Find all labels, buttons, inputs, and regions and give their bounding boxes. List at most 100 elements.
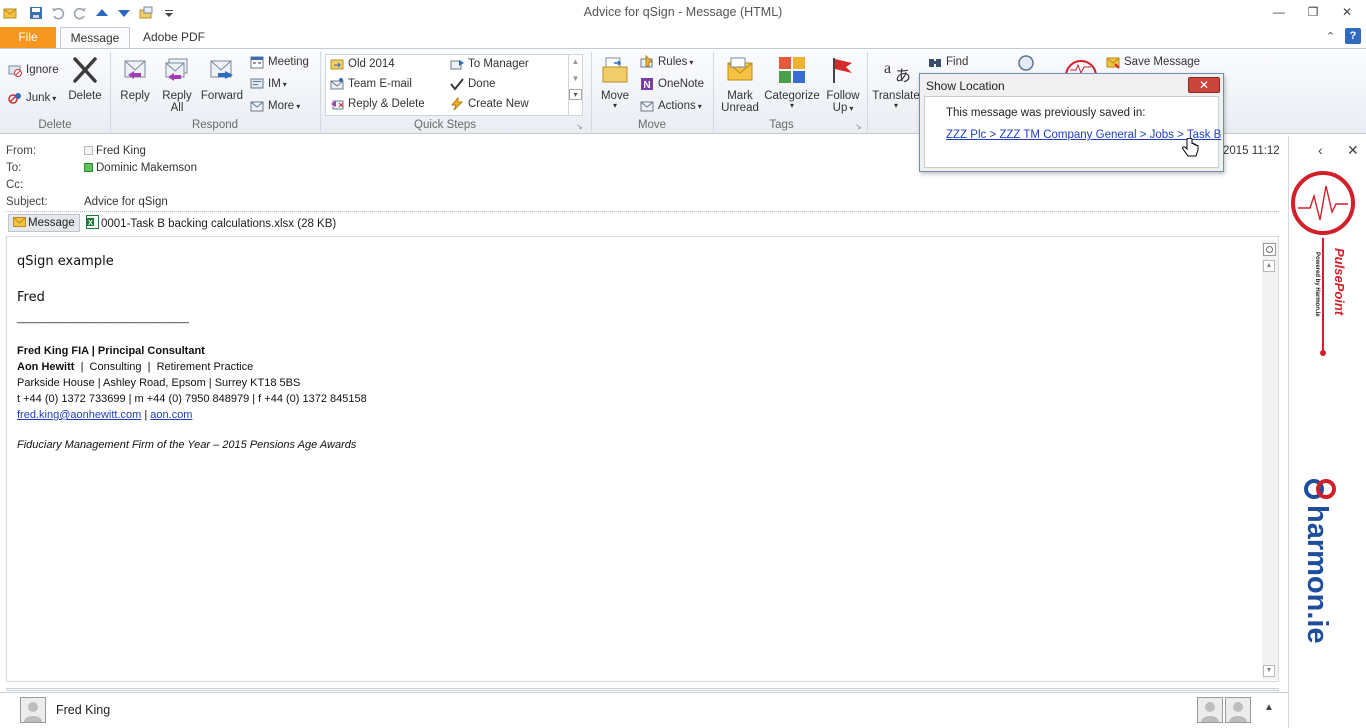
forward-button[interactable]: Forward — [200, 55, 244, 102]
to-name: Dominic Makemson — [96, 162, 197, 174]
scroll-up-icon[interactable]: ▲ — [569, 57, 582, 66]
scroll-down-icon[interactable]: ▼ — [569, 74, 582, 83]
save-message-button[interactable]: Save Message — [1106, 53, 1200, 71]
quick-steps-scroll[interactable]: ▲ ▼ ▾ — [568, 55, 582, 115]
undo-icon[interactable] — [51, 6, 65, 20]
forward-icon — [210, 60, 233, 79]
reply-icon — [124, 60, 146, 79]
message-body[interactable] — [6, 236, 1279, 682]
dialog-launcher-icon[interactable]: ↘ — [576, 122, 583, 131]
move-to-folder-icon[interactable] — [139, 6, 153, 20]
flag-icon — [833, 58, 852, 83]
dialog-launcher-icon[interactable]: ↘ — [855, 122, 862, 131]
meeting-icon — [250, 56, 264, 69]
actions-button[interactable]: Actions ▾ — [640, 97, 702, 115]
follow-up-button[interactable]: Follow Up ▾ — [822, 55, 864, 114]
group-label-respond: Respond — [191, 119, 239, 131]
signature-links: fred.king@aonhewitt.com | aon.com — [17, 409, 192, 421]
meeting-button[interactable]: Meeting — [250, 53, 309, 71]
translate-icon: aあ — [884, 60, 911, 85]
signature-company-dept: | Consulting | Retirement Practice — [74, 361, 254, 373]
minimize-ribbon-icon[interactable]: ⌃ — [1326, 30, 1335, 43]
quick-step-label: Create New — [468, 98, 529, 110]
close-panel-icon[interactable]: ✕ — [1347, 142, 1359, 159]
move-button[interactable]: Move ▾ — [597, 55, 633, 110]
signature-name: Fred King FIA | Principal Consultant — [17, 345, 205, 357]
quick-step-team-email[interactable]: Team E-mail — [330, 75, 412, 93]
close-window-button[interactable]: ✕ — [1336, 4, 1358, 20]
onenote-button[interactable]: N OneNote — [640, 75, 704, 93]
categorize-icon — [779, 57, 805, 83]
ignore-button[interactable]: Ignore — [8, 61, 59, 79]
customize-toolbar-icon[interactable] — [162, 6, 176, 20]
body-scrollbar[interactable]: ▲ ▼ — [1262, 240, 1278, 680]
team-email-icon — [330, 77, 344, 90]
find-button[interactable]: Find — [928, 53, 968, 71]
redo-icon[interactable] — [73, 6, 87, 20]
attachment-filename: 0001-Task B backing calculations.xlsx (2… — [101, 218, 337, 230]
signature-email-link[interactable]: fred.king@aonhewitt.com — [17, 409, 141, 421]
avatar[interactable] — [1197, 697, 1223, 723]
junk-icon — [8, 92, 21, 104]
group-label-tags: Tags — [769, 119, 794, 131]
tab-file[interactable]: File — [0, 27, 56, 48]
quick-step-label: Done — [468, 78, 496, 90]
avatar[interactable] — [20, 697, 46, 723]
quick-step-reply-delete[interactable]: Reply & Delete — [330, 95, 425, 113]
categorize-button[interactable]: Categorize ▾ — [764, 55, 820, 110]
tab-adobe-pdf[interactable]: Adobe PDF — [136, 27, 212, 48]
people-pane-name[interactable]: Fred King — [56, 703, 110, 717]
scroll-up-button[interactable]: ▲ — [1263, 260, 1275, 272]
people-pane-splitter[interactable] — [6, 688, 1279, 691]
save-icon[interactable] — [29, 6, 43, 20]
quick-step-to-manager[interactable]: To Manager — [450, 55, 529, 73]
delete-icon — [73, 57, 97, 83]
reply-all-button[interactable]: Reply All — [158, 55, 196, 114]
zoom-icon[interactable] — [1016, 54, 1038, 74]
help-icon[interactable]: ? — [1345, 28, 1361, 44]
follow-up-label-2: Up — [832, 102, 848, 114]
actions-icon — [640, 101, 654, 112]
tab-message[interactable]: Message — [60, 27, 130, 48]
more-respond-button[interactable]: More ▾ — [250, 97, 300, 115]
save-message-label: Save Message — [1124, 56, 1201, 68]
message-attachment-tab[interactable]: Message — [8, 214, 80, 232]
reply-button[interactable]: Reply — [116, 55, 154, 102]
ignore-icon — [8, 65, 22, 77]
translate-button[interactable]: aあ Translate ▾ — [872, 55, 920, 110]
to-value[interactable]: Dominic Makemson — [84, 162, 197, 174]
expand-people-pane-icon[interactable]: ▲ — [1264, 702, 1274, 713]
quick-step-create-new[interactable]: Create New — [450, 95, 529, 113]
collapse-panel-icon[interactable]: ‹ — [1318, 142, 1323, 158]
im-label: IM — [268, 78, 281, 90]
quick-step-label: Reply & Delete — [348, 98, 425, 110]
body-line-1: qSign example — [17, 254, 114, 269]
header-divider — [6, 211, 1279, 212]
svg-text:N: N — [643, 80, 650, 91]
restore-button[interactable]: ❐ — [1302, 4, 1324, 20]
previous-item-icon[interactable] — [95, 6, 109, 20]
minimize-button[interactable]: — — [1268, 4, 1290, 20]
mark-unread-button[interactable]: Mark Unread — [718, 55, 762, 114]
reading-options-icon[interactable] — [1263, 243, 1276, 256]
expand-gallery-icon[interactable]: ▾ — [569, 89, 582, 100]
avatar[interactable] — [1225, 697, 1251, 723]
signature-web-link[interactable]: aon.com — [150, 409, 192, 421]
next-item-icon[interactable] — [117, 6, 131, 20]
to-manager-icon — [450, 59, 464, 70]
im-button[interactable]: IM ▾ — [250, 75, 287, 93]
person-icon — [1201, 702, 1219, 722]
scroll-down-button[interactable]: ▼ — [1263, 665, 1275, 677]
more-label: More — [268, 100, 295, 112]
junk-button[interactable]: Junk ▾ — [8, 89, 56, 107]
quick-step-done[interactable]: Done — [450, 75, 496, 93]
rules-button[interactable]: Rules ▾ — [640, 53, 693, 71]
dialog-close-button[interactable]: ✕ — [1188, 77, 1220, 93]
attachment-file[interactable]: X 0001-Task B backing calculations.xlsx (… — [86, 215, 336, 232]
from-value[interactable]: Fred King — [84, 145, 146, 157]
ignore-label: Ignore — [26, 64, 59, 76]
group-label-quick-steps: Quick Steps — [414, 119, 476, 131]
signature-company: Aon Hewitt | Consulting | Retirement Pra… — [17, 361, 253, 373]
delete-button[interactable]: Delete — [66, 55, 104, 102]
quick-step-old-2014[interactable]: Old 2014 — [330, 55, 395, 73]
